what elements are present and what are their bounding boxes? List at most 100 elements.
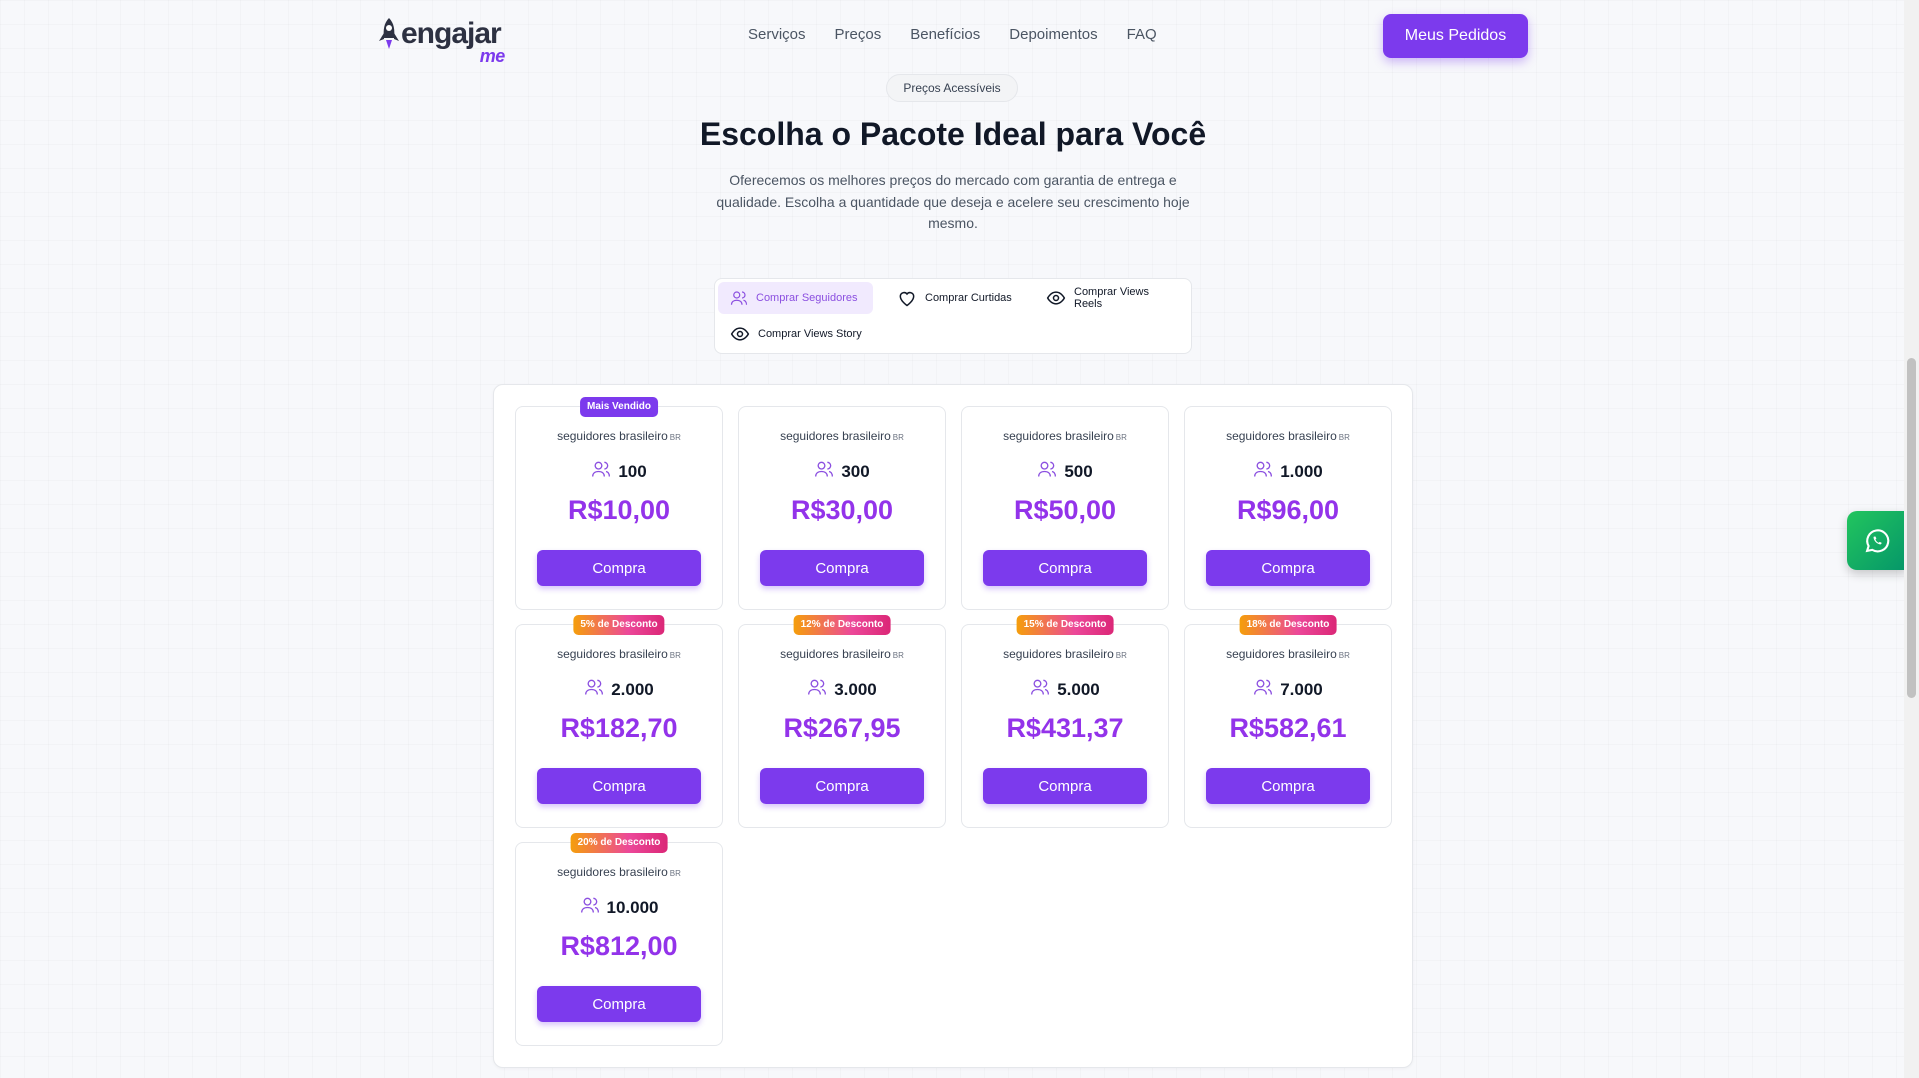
buy-button[interactable]: Compra — [1206, 550, 1370, 586]
package-quantity: 2.000 — [516, 677, 722, 702]
tab-comprar-seguidores[interactable]: Comprar Seguidores — [718, 282, 873, 314]
package-badge: 20% de Desconto — [570, 833, 668, 853]
package-quantity: 10.000 — [516, 895, 722, 920]
package-badge: 15% de Desconto — [1016, 615, 1114, 635]
users-icon — [1253, 677, 1273, 702]
country-tag: BR — [669, 651, 681, 660]
rocket-icon — [379, 18, 399, 49]
quantity-value: 100 — [618, 461, 647, 481]
country-tag: BR — [892, 651, 904, 660]
logo-suffix: me — [479, 46, 506, 66]
buy-button[interactable]: Compra — [537, 768, 701, 804]
buy-button[interactable]: Compra — [1206, 768, 1370, 804]
package-card: seguidores brasileiro BR 500 R$50,00 Compra — [961, 406, 1169, 610]
page-title: Escolha o Pacote Ideal para Você — [699, 116, 1207, 152]
tab-comprar-views-story[interactable]: Comprar Views Story — [718, 318, 874, 350]
tab-comprar-views-reels[interactable]: Comprar Views Reels — [1034, 282, 1191, 314]
package-price: R$50,00 — [1013, 495, 1117, 525]
service-tabs: Comprar Seguidores Comprar Curtidas Comp… — [714, 278, 1192, 354]
page-scrollbar[interactable] — [1904, 0, 1919, 1078]
quantity-value: 1.000 — [1280, 461, 1323, 481]
package-badge: 5% de Desconto — [573, 615, 665, 635]
users-icon — [1030, 677, 1050, 702]
package-badge: 18% de Desconto — [1239, 615, 1337, 635]
users-icon — [1253, 459, 1273, 484]
quantity-value: 10.000 — [606, 897, 659, 917]
buy-button[interactable]: Compra — [983, 768, 1147, 804]
package-price: R$96,00 — [1236, 495, 1340, 525]
package-card: seguidores brasileiro BR 1.000 R$96,00 Compr… — [1184, 406, 1392, 610]
quantity-value: 500 — [1064, 461, 1093, 481]
nav-servicos[interactable]: Serviços — [748, 26, 806, 43]
nav-beneficios[interactable]: Benefícios — [910, 26, 980, 43]
users-icon — [580, 895, 600, 920]
package-badge: Mais Vendido — [580, 397, 658, 417]
package-card: Mais Vendido seguidores brasileiro BR 100 R$… — [515, 397, 723, 610]
package-label: seguidores brasileiro BR — [1185, 429, 1391, 443]
quantity-value: 7.000 — [1280, 679, 1323, 699]
site-header: engajar me Serviços Preços Benefícios Dep… — [0, 0, 1900, 70]
buy-button[interactable]: Compra — [537, 986, 701, 1022]
tab-label: Comprar Curtidas — [925, 292, 1012, 304]
buy-button[interactable]: Compra — [983, 550, 1147, 586]
quantity-value: 5.000 — [1057, 679, 1100, 699]
country-tag: BR — [669, 433, 681, 442]
nav-precos[interactable]: Preços — [835, 26, 882, 43]
users-icon — [1037, 459, 1057, 484]
buy-button[interactable]: Compra — [537, 550, 701, 586]
nav-depoimentos[interactable]: Depoimentos — [1009, 26, 1097, 43]
packages-panel: Mais Vendido seguidores brasileiro BR 100 R$… — [493, 384, 1413, 1068]
package-label: seguidores brasileiro BR — [516, 647, 722, 661]
page-subtitle: Oferecemos os melhores preços do mercado… — [716, 172, 1190, 231]
package-price: R$431,37 — [1006, 713, 1124, 743]
eye-icon — [730, 327, 750, 341]
users-icon — [807, 677, 827, 702]
country-tag: BR — [1115, 433, 1127, 442]
package-label: seguidores brasileiro BR — [516, 865, 722, 879]
package-label-text: seguidores brasileiro — [1003, 429, 1114, 443]
package-quantity: 500 — [962, 459, 1168, 484]
section-pill: Preços Acessíveis — [886, 74, 1018, 102]
package-label-text: seguidores brasileiro — [1226, 429, 1337, 443]
buy-button[interactable]: Compra — [760, 550, 924, 586]
country-tag: BR — [892, 433, 904, 442]
tab-label: Comprar Seguidores — [756, 292, 858, 304]
tab-comprar-curtidas[interactable]: Comprar Curtidas — [885, 282, 1024, 314]
nav-faq[interactable]: FAQ — [1127, 26, 1157, 43]
package-price: R$582,61 — [1229, 713, 1347, 743]
package-card: 18% de Desconto seguidores brasileiro BR 7.… — [1184, 615, 1392, 828]
country-tag: BR — [1115, 651, 1127, 660]
tab-label: Comprar Views Reels — [1074, 286, 1149, 310]
users-icon — [591, 459, 611, 484]
my-orders-button[interactable]: Meus Pedidos — [1383, 14, 1528, 58]
heart-icon — [899, 291, 915, 307]
scrollbar-thumb[interactable] — [1907, 358, 1916, 698]
package-badge: 12% de Desconto — [793, 615, 891, 635]
package-price: R$30,00 — [790, 495, 894, 525]
package-label-text: seguidores brasileiro — [1226, 647, 1337, 661]
package-card: 5% de Desconto seguidores brasileiro BR 2.0… — [515, 615, 723, 828]
whatsapp-button[interactable] — [1847, 511, 1907, 570]
package-label-text: seguidores brasileiro — [780, 429, 891, 443]
package-price: R$267,95 — [783, 713, 901, 743]
package-price: R$10,00 — [567, 495, 671, 525]
package-label-text: seguidores brasileiro — [780, 647, 891, 661]
package-label: seguidores brasileiro BR — [962, 429, 1168, 443]
package-label: seguidores brasileiro BR — [739, 647, 945, 661]
main-nav: Serviços Preços Benefícios Depoimentos F… — [748, 26, 1157, 43]
quantity-value: 3.000 — [834, 679, 877, 699]
package-quantity: 7.000 — [1185, 677, 1391, 702]
country-tag: BR — [669, 869, 681, 878]
logo-text: engajar me — [401, 16, 505, 66]
package-label: seguidores brasileiro BR — [739, 429, 945, 443]
country-tag: BR — [1338, 433, 1350, 442]
package-label-text: seguidores brasileiro — [557, 647, 668, 661]
quantity-value: 300 — [841, 461, 870, 481]
package-label-text: seguidores brasileiro — [1003, 647, 1114, 661]
logo[interactable]: engajar me — [377, 16, 505, 66]
package-quantity: 100 — [516, 459, 722, 484]
country-tag: BR — [1338, 651, 1350, 660]
package-label-text: seguidores brasileiro — [557, 865, 668, 879]
package-quantity: 5.000 — [962, 677, 1168, 702]
buy-button[interactable]: Compra — [760, 768, 924, 804]
